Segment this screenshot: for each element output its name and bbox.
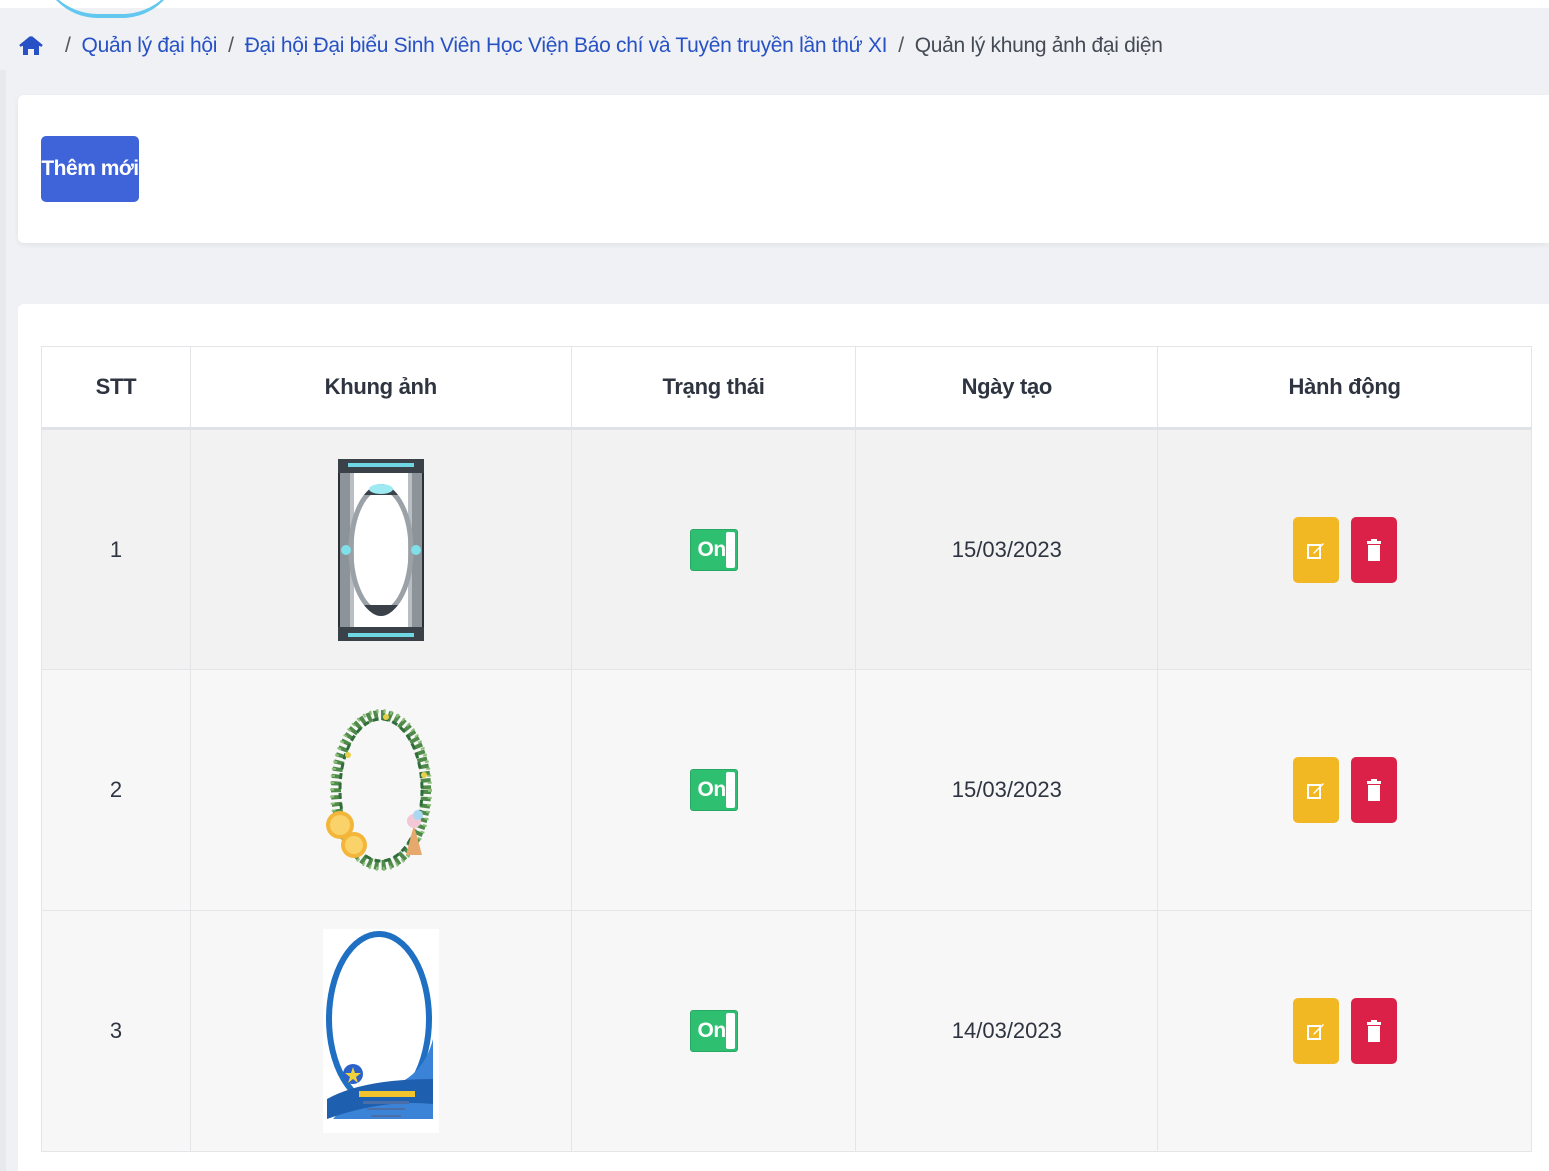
toggle-knob — [725, 531, 735, 568]
row-created-date: 15/03/2023 — [855, 669, 1159, 911]
edit-button[interactable] — [1292, 757, 1339, 823]
row-created-date: 14/03/2023 — [855, 910, 1159, 1152]
row-frame-cell — [189, 669, 572, 911]
breadcrumb-link-congress-management[interactable]: Quản lý đại hội — [82, 34, 218, 58]
header-frame: Khung ảnh — [189, 346, 572, 430]
row-status-cell: On — [570, 910, 857, 1152]
table-row: 1 On 15/03/2023 — [41, 428, 1532, 670]
table-row: 3 On 14/03/2023 — [41, 910, 1532, 1152]
toggle-label: On — [697, 778, 727, 801]
table-row: 2 On 15/03/2023 — [41, 669, 1532, 911]
delete-button[interactable] — [1350, 757, 1397, 823]
row-status-cell: On — [570, 669, 857, 911]
status-toggle[interactable]: On — [689, 769, 738, 811]
status-toggle[interactable]: On — [689, 528, 738, 571]
decorative-arc — [40, 0, 180, 18]
delete-button[interactable] — [1350, 998, 1397, 1064]
toggle-knob — [725, 772, 735, 808]
avatar-frame-table: STT Khung ảnh Trạng thái Ngày tạo Hành đ… — [41, 346, 1532, 1152]
edit-icon — [1306, 542, 1324, 559]
trash-icon — [1366, 779, 1381, 801]
row-created-date: 15/03/2023 — [855, 428, 1159, 670]
row-stt: 3 — [41, 910, 191, 1152]
edit-button[interactable] — [1292, 516, 1339, 583]
header-created: Ngày tạo — [855, 346, 1159, 430]
tech-frame-image — [337, 458, 424, 641]
toggle-knob — [725, 1013, 735, 1049]
breadcrumb-link-congress[interactable]: Đại hội Đại biểu Sinh Viên Học Viện Báo … — [245, 34, 888, 58]
breadcrumb: / Quản lý đại hội / Đại hội Đại biểu Sin… — [18, 30, 1163, 62]
add-new-button[interactable]: Thêm mới — [41, 136, 139, 202]
trash-icon — [1366, 1020, 1381, 1042]
blue-circle-frame-image — [322, 929, 439, 1133]
breadcrumb-separator: / — [898, 34, 904, 57]
row-frame-cell — [189, 910, 572, 1152]
edit-button[interactable] — [1292, 998, 1339, 1064]
row-stt: 2 — [41, 669, 191, 911]
breadcrumb-separator: / — [65, 34, 71, 57]
header-stt: STT — [41, 346, 191, 430]
row-actions-cell — [1157, 428, 1532, 670]
home-icon[interactable] — [18, 35, 44, 57]
header-actions: Hành động — [1157, 346, 1532, 430]
toggle-label: On — [697, 1019, 727, 1042]
row-stt: 1 — [41, 428, 191, 670]
table-header-row: STT Khung ảnh Trạng thái Ngày tạo Hành đ… — [41, 346, 1532, 430]
table-card: STT Khung ảnh Trạng thái Ngày tạo Hành đ… — [18, 304, 1549, 1171]
edit-icon — [1306, 783, 1324, 799]
row-actions-cell — [1157, 910, 1532, 1152]
delete-button[interactable] — [1350, 516, 1397, 583]
toggle-label: On — [697, 537, 727, 561]
toolbar-card: Thêm mới — [18, 95, 1549, 243]
row-status-cell: On — [570, 428, 857, 670]
row-frame-cell — [189, 428, 572, 670]
header-status: Trạng thái — [570, 346, 857, 430]
floral-wreath-frame-image — [325, 709, 432, 871]
breadcrumb-current: Quản lý khung ảnh đại diện — [914, 34, 1163, 57]
sidebar-edge — [0, 70, 6, 1171]
breadcrumb-separator: / — [228, 34, 234, 57]
top-band — [0, 0, 1549, 8]
trash-icon — [1366, 538, 1381, 561]
row-actions-cell — [1157, 669, 1532, 911]
status-toggle[interactable]: On — [689, 1010, 738, 1052]
edit-icon — [1306, 1024, 1324, 1040]
